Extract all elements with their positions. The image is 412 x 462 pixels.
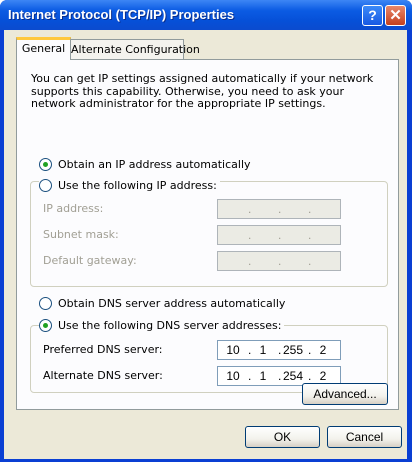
subnet-mask-input[interactable]: . . . xyxy=(217,225,341,245)
preferred-dns-input[interactable]: 10. 1. 255. 2 xyxy=(217,340,341,360)
question-mark-icon: ? xyxy=(368,7,377,23)
radio-indicator xyxy=(39,179,52,192)
radio-use-following-dns[interactable]: Use the following DNS server addresses: xyxy=(39,319,285,332)
ip-octet: 10 xyxy=(226,343,240,357)
ip-octet: 1 xyxy=(259,343,267,357)
general-tab-panel: You can get IP settings assigned automat… xyxy=(16,59,399,410)
close-button[interactable]: ✕ xyxy=(385,5,406,26)
radio-obtain-ip-auto[interactable]: Obtain an IP address automatically xyxy=(39,158,251,171)
close-icon: ✕ xyxy=(389,7,402,24)
ip-octet: 254 xyxy=(282,369,304,383)
radio-indicator-selected xyxy=(39,319,52,332)
description-text: You can get IP settings assigned automat… xyxy=(31,72,374,110)
radio-indicator xyxy=(39,297,52,310)
alternate-dns-label: Alternate DNS server: xyxy=(43,369,163,382)
cancel-button[interactable]: Cancel xyxy=(327,426,402,448)
tab-alternate-configuration[interactable]: Alternate Configuration xyxy=(70,39,200,59)
radio-use-following-ip[interactable]: Use the following IP address: xyxy=(39,179,220,192)
ip-octet: 2 xyxy=(319,343,327,357)
radio-obtain-dns-auto[interactable]: Obtain DNS server address automatically xyxy=(39,297,285,310)
advanced-button[interactable]: Advanced... xyxy=(302,383,388,405)
window-title: Internet Protocol (TCP/IP) Properties xyxy=(8,7,235,22)
title-bar[interactable]: Internet Protocol (TCP/IP) Properties ? … xyxy=(0,0,412,30)
radio-label: Obtain an IP address automatically xyxy=(58,158,251,171)
dialog-client-area: General Alternate Configuration You can … xyxy=(4,30,407,459)
ip-address-label: IP address: xyxy=(43,202,104,215)
subnet-mask-label: Subnet mask: xyxy=(43,228,119,241)
ip-octet: 10 xyxy=(226,369,240,383)
help-button[interactable]: ? xyxy=(362,5,383,26)
radio-label: Use the following DNS server addresses: xyxy=(58,319,282,332)
ip-octet: 255 xyxy=(282,343,304,357)
ip-address-input[interactable]: . . . xyxy=(217,199,341,219)
ip-octet: 2 xyxy=(319,369,327,383)
ip-octet: 1 xyxy=(259,369,267,383)
radio-label: Use the following IP address: xyxy=(58,179,217,192)
tab-general[interactable]: General xyxy=(16,37,71,60)
radio-label: Obtain DNS server address automatically xyxy=(58,297,286,310)
ok-button[interactable]: OK xyxy=(245,426,320,448)
preferred-dns-label: Preferred DNS server: xyxy=(43,343,163,356)
dialog-window: Internet Protocol (TCP/IP) Properties ? … xyxy=(0,0,412,462)
default-gateway-label: Default gateway: xyxy=(43,254,137,267)
default-gateway-input[interactable]: . . . xyxy=(217,251,341,271)
radio-indicator-selected xyxy=(39,158,52,171)
